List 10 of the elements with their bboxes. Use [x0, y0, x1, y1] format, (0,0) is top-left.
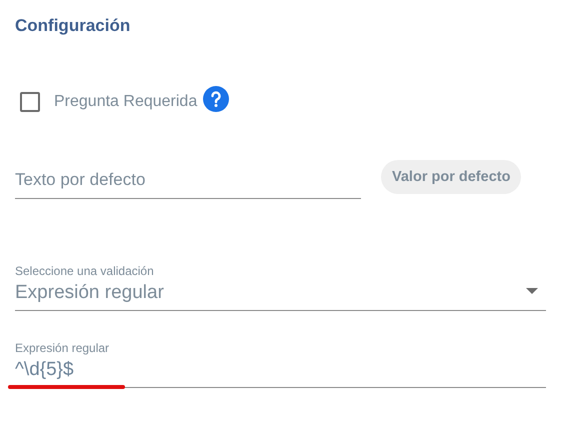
default-text-field[interactable]: Texto por defecto: [15, 162, 361, 198]
required-checkbox[interactable]: [20, 92, 40, 112]
dropdown-caret-icon: [526, 288, 538, 294]
help-icon[interactable]: [203, 86, 230, 112]
default-value-button[interactable]: Valor por defecto: [381, 160, 522, 194]
regex-field[interactable]: ^\d{5}$: [15, 355, 546, 387]
checkbox-label: Pregunta Requerida: [54, 93, 198, 111]
field-label: Expresión regular: [15, 341, 110, 355]
section-title: Configuración: [15, 16, 132, 37]
validation-select[interactable]: Seleccione una validación Expresión regular: [15, 264, 546, 311]
